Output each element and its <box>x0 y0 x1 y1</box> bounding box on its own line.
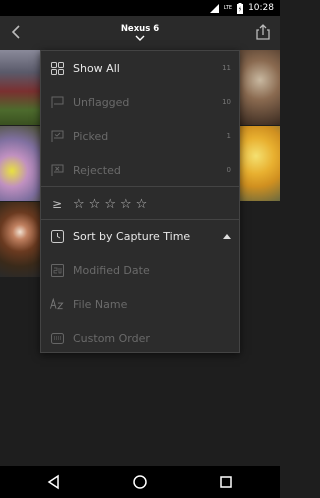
sort-file-name[interactable]: File Name <box>41 287 239 321</box>
keyboard-icon <box>50 331 64 345</box>
sort-label: Modified Date <box>73 263 150 277</box>
network-label: LTE <box>223 4 233 11</box>
star-rating[interactable]: ☆ ☆ ☆ ☆ ☆ <box>73 198 147 211</box>
flag-rejected-icon <box>50 163 64 177</box>
sort-label: Custom Order <box>73 331 150 345</box>
signal-icon <box>209 3 219 13</box>
filter-sort-menu: Show All 11 Unflagged 10 Picked 1 Reject… <box>40 50 240 353</box>
star-icon[interactable]: ☆ <box>120 198 132 211</box>
app-bar: Nexus 6 <box>0 16 280 50</box>
status-bar: LTE 10:28 <box>0 0 280 16</box>
filter-label: Rejected <box>73 163 121 177</box>
star-icon[interactable]: ☆ <box>136 198 148 211</box>
az-icon <box>50 297 64 311</box>
sort-capture-time[interactable]: Sort by Capture Time <box>41 219 239 253</box>
filter-label: Show All <box>73 61 120 75</box>
sort-label: Sort by Capture Time <box>73 229 191 243</box>
greater-equal-icon: ≥ <box>51 197 63 211</box>
filter-count: 11 <box>222 64 231 72</box>
clock-icon <box>50 229 64 243</box>
photo-thumbnail[interactable] <box>240 50 280 125</box>
flag-picked-icon <box>50 129 64 143</box>
sort-custom-order[interactable]: Custom Order <box>41 321 239 355</box>
page-title: Nexus 6 <box>120 24 160 34</box>
filter-label: Unflagged <box>73 95 130 109</box>
filter-show-all[interactable]: Show All 11 <box>41 51 239 85</box>
calendar-icon <box>50 263 64 277</box>
photo-thumbnail[interactable] <box>0 126 40 201</box>
star-icon[interactable]: ☆ <box>73 198 85 211</box>
status-time: 10:28 <box>248 3 274 13</box>
sort-direction-up-icon[interactable] <box>223 233 231 239</box>
system-nav-bar <box>0 466 280 498</box>
filter-unflagged[interactable]: Unflagged 10 <box>41 85 239 119</box>
nav-back-icon[interactable] <box>46 474 62 490</box>
filter-picked[interactable]: Picked 1 <box>41 119 239 153</box>
chevron-down-icon <box>135 35 145 41</box>
back-arrow-icon[interactable] <box>8 23 26 41</box>
sort-label: File Name <box>73 297 128 311</box>
collection-selector[interactable]: Nexus 6 <box>90 24 190 41</box>
unflagged-icon <box>50 95 64 109</box>
photo-thumbnail[interactable] <box>240 126 280 201</box>
nav-home-icon[interactable] <box>132 474 148 490</box>
nav-recents-icon[interactable] <box>218 474 234 490</box>
filter-rejected[interactable]: Rejected 0 <box>41 153 239 187</box>
star-icon[interactable]: ☆ <box>104 198 116 211</box>
filter-label: Picked <box>73 129 109 143</box>
sort-modified-date[interactable]: Modified Date <box>41 253 239 287</box>
share-icon[interactable] <box>254 23 272 41</box>
photo-thumbnail[interactable] <box>0 50 40 125</box>
rating-filter[interactable]: ≥ ☆ ☆ ☆ ☆ ☆ <box>41 187 239 221</box>
filter-count: 1 <box>226 132 231 140</box>
filter-count: 0 <box>226 166 231 174</box>
battery-icon <box>237 2 244 14</box>
grid-icon <box>50 61 64 75</box>
filter-count: 10 <box>222 98 231 106</box>
photo-thumbnail[interactable] <box>0 202 40 277</box>
star-icon[interactable]: ☆ <box>89 198 101 211</box>
